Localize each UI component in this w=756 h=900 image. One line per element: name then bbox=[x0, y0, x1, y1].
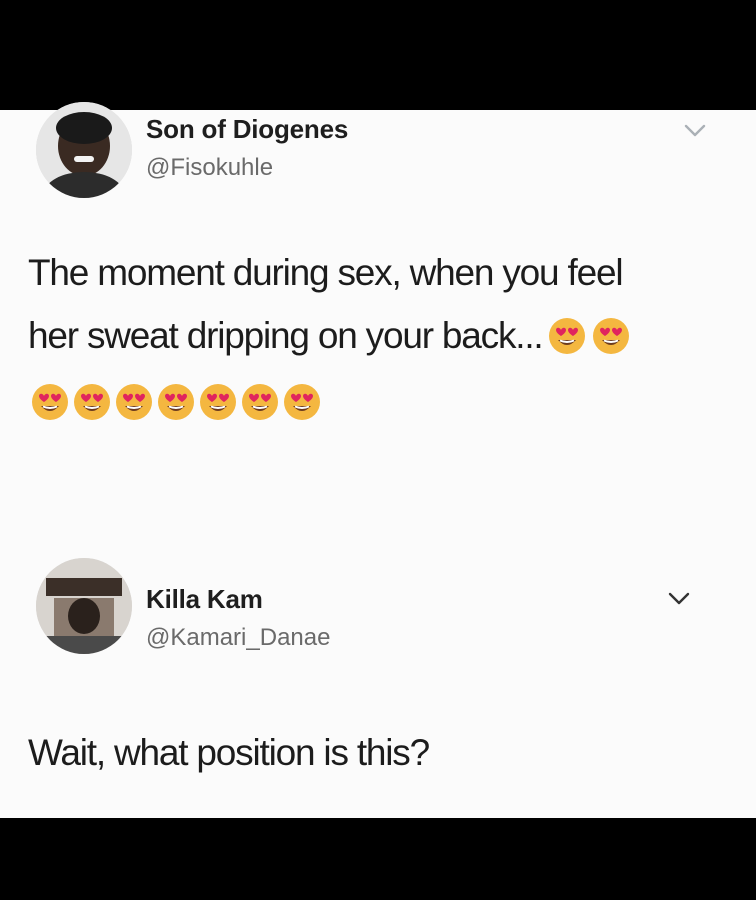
heart-eyes-emoji bbox=[72, 382, 112, 422]
display-name[interactable]: Killa Kam bbox=[146, 584, 263, 615]
emoji-row bbox=[30, 382, 322, 422]
chevron-down-icon[interactable] bbox=[668, 592, 690, 606]
heart-eyes-emoji bbox=[547, 316, 587, 356]
heart-eyes-emoji bbox=[30, 382, 70, 422]
heart-eyes-emoji bbox=[240, 382, 280, 422]
tweet-reply[interactable]: Killa Kam @Kamari_Danae Wait, what posit… bbox=[0, 558, 756, 818]
tweet-card: Son of Diogenes @Fisokuhle The moment du… bbox=[0, 102, 756, 818]
tweet-text-line: her sweat dripping on your back... bbox=[28, 315, 728, 357]
heart-eyes-emoji bbox=[282, 382, 322, 422]
display-name[interactable]: Son of Diogenes bbox=[146, 114, 348, 145]
user-handle[interactable]: @Fisokuhle bbox=[146, 154, 273, 182]
heart-eyes-emoji bbox=[591, 316, 631, 356]
heart-eyes-emoji bbox=[114, 382, 154, 422]
chevron-down-icon[interactable] bbox=[684, 124, 706, 138]
avatar[interactable] bbox=[36, 558, 132, 654]
user-handle[interactable]: @Kamari_Danae bbox=[146, 624, 330, 652]
avatar[interactable] bbox=[36, 102, 132, 198]
heart-eyes-emoji bbox=[198, 382, 238, 422]
tweet-text-line: The moment during sex, when you feel bbox=[28, 252, 624, 293]
tweet-original[interactable]: Son of Diogenes @Fisokuhle The moment du… bbox=[0, 102, 756, 550]
heart-eyes-emoji bbox=[156, 382, 196, 422]
tweet-text: Wait, what position is this? bbox=[28, 732, 430, 773]
tweet-text-content: her sweat dripping on your back... bbox=[28, 315, 544, 356]
